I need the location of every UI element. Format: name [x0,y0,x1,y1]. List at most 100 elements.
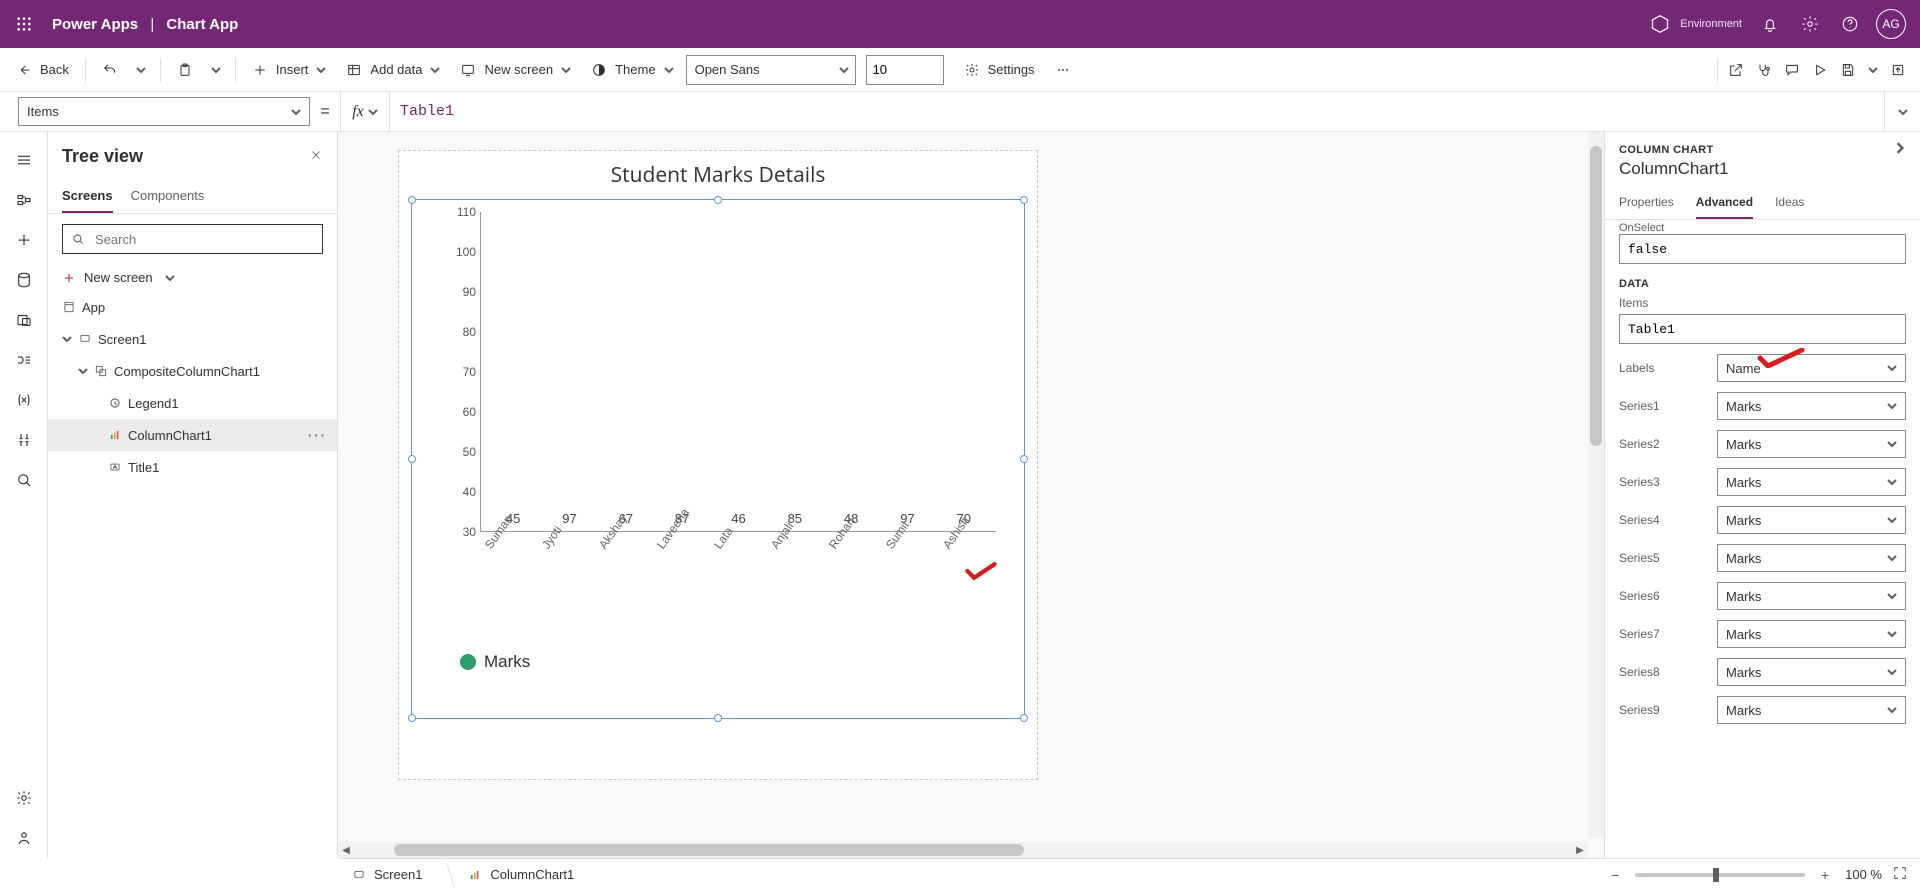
fit-to-screen-button[interactable] [1892,865,1912,884]
tree-search-input[interactable] [93,231,314,248]
breadcrumb-screen[interactable]: Screen1 [346,867,428,882]
rail-media-icon[interactable] [4,300,44,340]
new-screen-button[interactable]: New screen [452,54,579,86]
add-data-button[interactable]: Add data [338,54,448,86]
new-screen-label: New screen [484,62,553,77]
tab-ideas[interactable]: Ideas [1775,187,1804,219]
font-family-select[interactable]: Open Sans [686,55,856,85]
back-label: Back [40,62,69,77]
scrollbar-thumb[interactable] [394,844,1024,856]
preview-button[interactable] [1806,54,1834,86]
tab-screens[interactable]: Screens [62,180,113,213]
undo-more-button[interactable] [130,54,152,86]
tree-search[interactable] [62,224,323,254]
resize-handle[interactable] [1020,714,1028,722]
series-select[interactable]: Marks [1717,696,1906,724]
rail-tools-icon[interactable] [4,420,44,460]
series-select[interactable]: Marks [1717,620,1906,648]
tree-node-more-button[interactable]: ··· [308,428,327,443]
tab-advanced[interactable]: Advanced [1696,187,1753,219]
save-more-button[interactable] [1862,54,1884,86]
vertical-scrollbar[interactable] [1588,132,1604,838]
add-data-label: Add data [370,62,422,77]
zoom-in-button[interactable]: + [1815,867,1835,883]
scroll-right-button[interactable]: ▶ [1572,845,1588,856]
environment-picker[interactable]: Environment Tata Consultancy Servic… [1650,14,1742,34]
series-label: Series7 [1619,627,1707,641]
command-bar: Back Insert Add data New screen Theme Op… [0,48,1920,92]
rail-data-icon[interactable] [4,260,44,300]
notifications-icon[interactable] [1750,0,1790,48]
series-select[interactable]: Marks [1717,582,1906,610]
share-button[interactable] [1722,54,1750,86]
rail-hamburger-icon[interactable] [4,140,44,180]
series-select[interactable]: Marks [1717,430,1906,458]
property-select[interactable]: Items [18,97,310,126]
paste-more-button[interactable] [205,54,227,86]
tree-node-legend[interactable]: Legend1 [48,387,337,419]
artboard[interactable]: Student Marks Details 304050607080901001… [398,150,1038,780]
rail-search-icon[interactable] [4,460,44,500]
column-chart-control[interactable]: 30405060708090100110 459767874685489770 … [409,193,1027,713]
chevron-down-icon [1887,629,1897,639]
font-size-input[interactable] [866,55,944,85]
tree-node-composite[interactable]: CompositeColumnChart1 [48,355,337,387]
back-button[interactable]: Back [8,54,77,86]
rail-variables-icon[interactable] [4,380,44,420]
onselect-input[interactable] [1619,234,1906,264]
tree-new-screen-button[interactable]: New screen [48,264,337,291]
expand-icon [1892,865,1908,881]
user-avatar[interactable]: AG [1876,9,1906,39]
expand-panel-button[interactable] [1894,142,1906,157]
zoom-knob[interactable] [1713,868,1719,882]
tree-node-columnchart[interactable]: ColumnChart1 ··· [48,419,337,451]
rail-settings-icon[interactable] [4,778,44,818]
tab-components[interactable]: Components [131,180,205,213]
breadcrumb-chart[interactable]: ColumnChart1 [462,867,580,882]
gear-icon [964,62,980,78]
chart-legend: Marks [460,652,530,672]
rail-tree-icon[interactable] [4,180,44,220]
scroll-left-button[interactable]: ◀ [338,845,354,856]
zoom-slider[interactable] [1635,873,1805,877]
resize-handle[interactable] [714,714,722,722]
resize-handle[interactable] [408,714,416,722]
series-select[interactable]: Marks [1717,658,1906,686]
rail-insert-icon[interactable] [4,220,44,260]
app-launcher-icon[interactable] [8,8,40,40]
help-icon[interactable] [1830,0,1870,48]
close-tree-button[interactable] [309,146,323,167]
horizontal-scrollbar[interactable]: ◀ ▶ [338,842,1588,858]
fx-button[interactable]: fx [340,92,390,131]
rail-ai-icon[interactable] [4,818,44,858]
checker-button[interactable] [1750,54,1778,86]
theme-icon [591,62,607,78]
series-select[interactable]: Marks [1717,506,1906,534]
settings-gear-icon[interactable] [1790,0,1830,48]
properties-panel: COLUMN CHART ColumnChart1 Properties Adv… [1604,132,1920,858]
zoom-out-button[interactable]: − [1605,867,1625,883]
insert-button[interactable]: Insert [244,54,335,86]
publish-button[interactable] [1884,54,1912,86]
series-select[interactable]: Marks [1717,544,1906,572]
save-button[interactable] [1834,54,1862,86]
expand-formula-button[interactable] [1884,92,1920,131]
labels-select[interactable]: Name [1717,354,1906,382]
items-input[interactable] [1619,314,1906,344]
theme-button[interactable]: Theme [583,54,681,86]
formula-input[interactable] [390,92,1884,131]
series-row: Series6Marks [1619,582,1906,610]
tree-node-screen1[interactable]: Screen1 [48,323,337,355]
tree-node-app[interactable]: App [48,291,337,323]
rail-flows-icon[interactable] [4,340,44,380]
comments-button[interactable] [1778,54,1806,86]
series-select[interactable]: Marks [1717,392,1906,420]
settings-button[interactable]: Settings [956,54,1043,86]
undo-button[interactable] [94,54,126,86]
scrollbar-thumb[interactable] [1590,146,1602,446]
paste-button[interactable] [169,54,201,86]
tab-properties[interactable]: Properties [1619,187,1674,219]
overflow-button[interactable] [1047,54,1079,86]
tree-node-title[interactable]: Title1 [48,451,337,483]
series-select[interactable]: Marks [1717,468,1906,496]
